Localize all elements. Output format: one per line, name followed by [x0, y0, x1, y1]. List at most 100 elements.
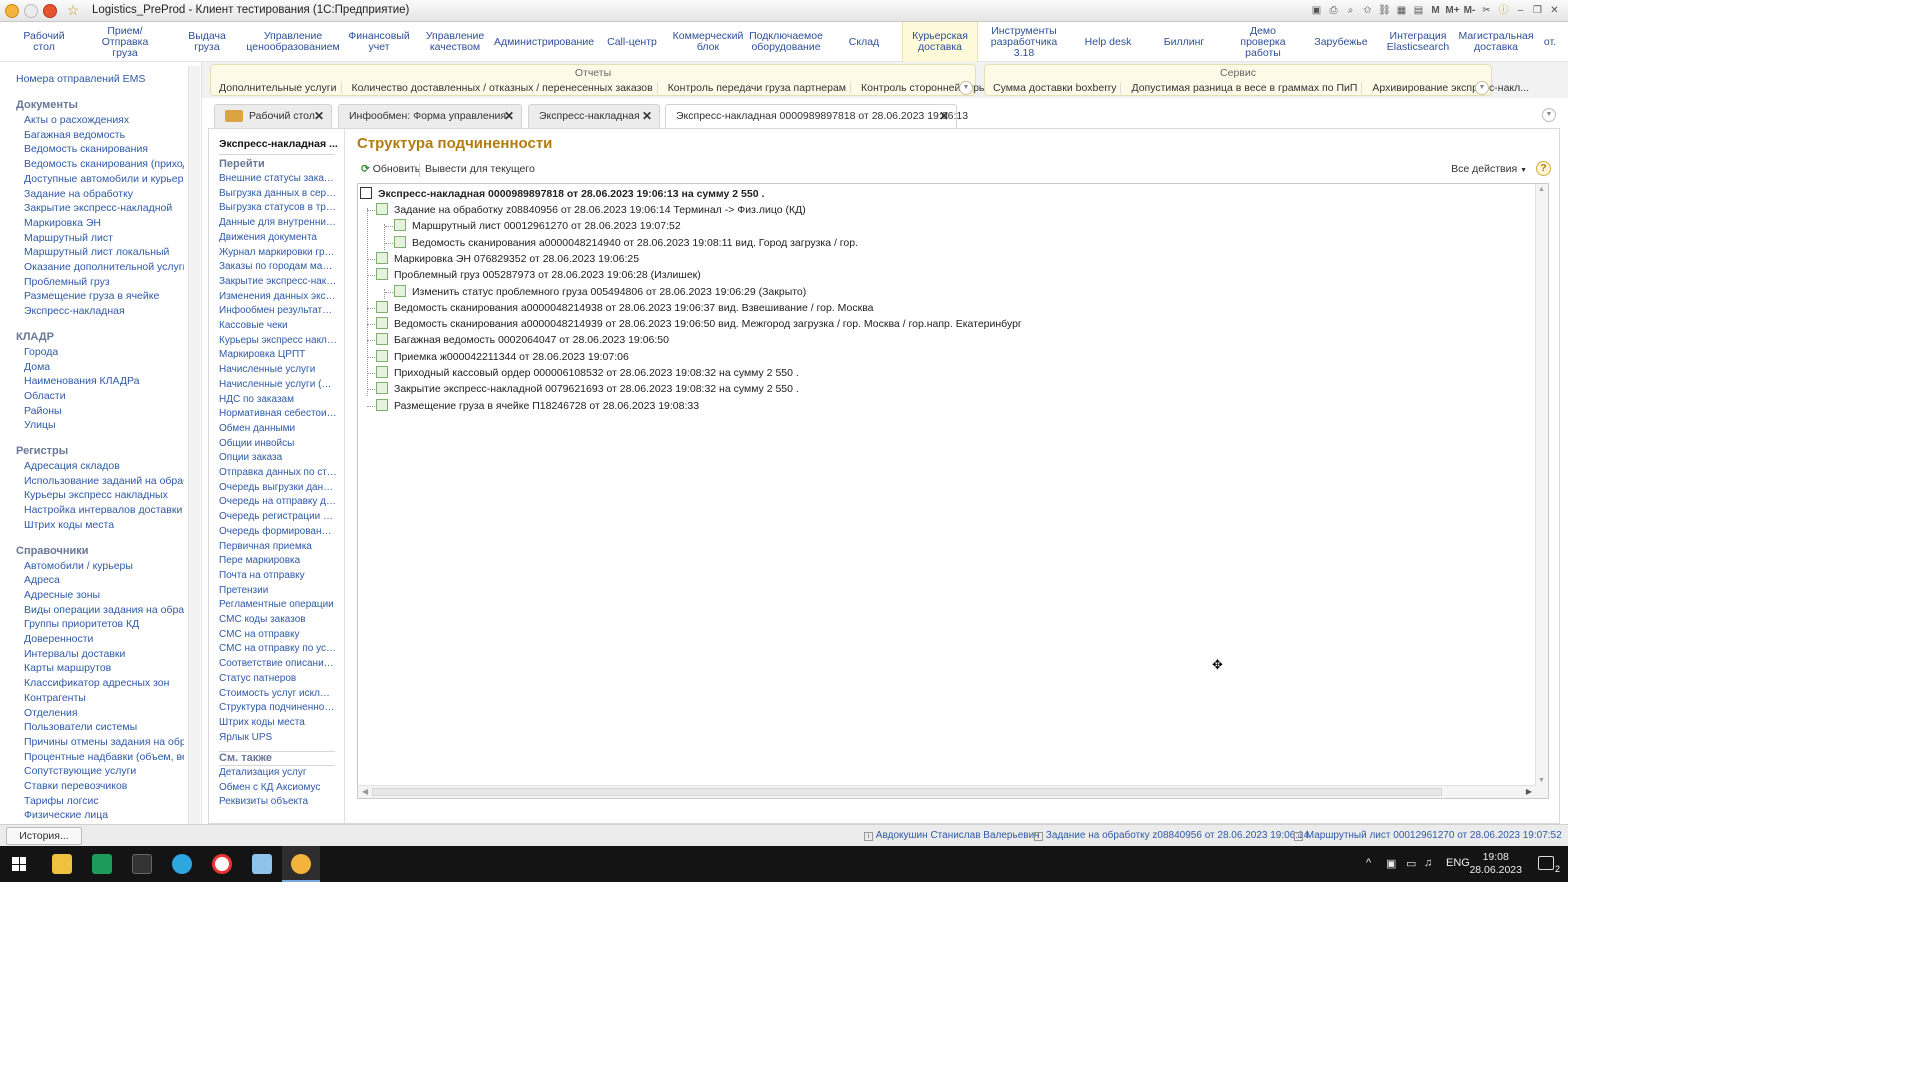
section-demo[interactable]: Демо проверка работы: [1226, 22, 1300, 62]
left-nav-item[interactable]: Настройка интервалов доставки (А...: [24, 504, 184, 516]
section-desktop[interactable]: Рабочий стол: [20, 22, 68, 62]
app-logo-icon[interactable]: [5, 4, 19, 18]
nav-goto-item[interactable]: Инфообмен результаты з...: [219, 305, 337, 316]
nav-goto-item[interactable]: Кассовые чеки: [219, 320, 337, 331]
star-icon[interactable]: ✩: [1360, 3, 1375, 18]
left-nav-item[interactable]: Маршрутный лист: [24, 232, 113, 244]
service-more-icon[interactable]: ▼: [1475, 81, 1489, 95]
scroll-thumb[interactable]: [372, 788, 1442, 796]
nav-goto-item[interactable]: Выгрузка данных в серви...: [219, 188, 337, 199]
main-menu-icon[interactable]: [24, 4, 38, 18]
nav-goto-item[interactable]: Движения документа: [219, 232, 337, 243]
section-quality[interactable]: Управление качеством: [425, 22, 485, 62]
last-doc-task[interactable]: i Задание на обработку z08840956 от 28.0…: [1034, 830, 1309, 841]
restore-icon[interactable]: ❐: [1530, 3, 1545, 18]
left-nav-item[interactable]: Причины отмены задания на обраб...: [24, 736, 184, 748]
nav-goto-item[interactable]: НДС по заказам: [219, 394, 337, 405]
left-nav-item[interactable]: Курьеры экспресс накладных: [24, 489, 168, 501]
section-commercial[interactable]: Коммерческий блок: [673, 22, 744, 62]
tree-node[interactable]: Ведомость сканирования а0000048214938 от…: [376, 300, 874, 315]
nav-goto-item[interactable]: Общии инвойсы: [219, 438, 337, 449]
nav-goto-item[interactable]: Соответствие описанию в...: [219, 658, 337, 669]
preview-icon[interactable]: ⌕: [1343, 3, 1358, 18]
left-nav-item[interactable]: Классификатор адресных зон: [24, 677, 169, 689]
section-elastic[interactable]: Интеграция Elasticsearch: [1387, 22, 1449, 62]
section-issue[interactable]: Выдача груза: [186, 22, 228, 62]
left-nav-item[interactable]: Карты маршрутов: [24, 662, 111, 674]
tree-horizontal-scrollbar[interactable]: ◀ ▶: [358, 785, 1536, 798]
print-icon[interactable]: ⎙: [1326, 3, 1341, 18]
link-icon[interactable]: ⛓: [1377, 3, 1392, 18]
left-panel-scrollbar[interactable]: [188, 66, 200, 824]
left-nav-item[interactable]: Сопутствующие услуги: [24, 765, 136, 777]
scissors-icon[interactable]: ✂: [1479, 3, 1494, 18]
left-nav-item[interactable]: Задание на обработку: [24, 188, 133, 200]
nav-goto-item[interactable]: Пере маркировка: [219, 555, 337, 566]
1c-enterprise-icon[interactable]: [291, 854, 311, 874]
section-callcenter[interactable]: Call-центр: [606, 22, 658, 62]
refresh-button[interactable]: ⟳ Обновить: [361, 163, 420, 175]
ems-numbers-link[interactable]: Номера отправлений EMS: [16, 73, 145, 85]
tab-infoexchange[interactable]: Инфообмен: Форма управления ✕: [338, 104, 522, 128]
save-icon[interactable]: ▣: [1309, 3, 1324, 18]
tree-node[interactable]: Багажная ведомость 0002064047 от 28.06.2…: [376, 333, 669, 347]
tree-vertical-scrollbar[interactable]: ▲ ▼: [1535, 184, 1548, 798]
nav-goto-item[interactable]: СМС на отправку по усло...: [219, 643, 337, 654]
left-nav-item[interactable]: Экспресс-накладная: [24, 305, 125, 317]
nav-goto-item[interactable]: Данные для внутренних в...: [219, 217, 337, 228]
memory-sub-button[interactable]: M-: [1462, 3, 1477, 18]
section-admin[interactable]: Администрирование: [494, 22, 594, 62]
left-nav-item[interactable]: Адресация складов: [24, 460, 120, 472]
tree-root-node[interactable]: Экспресс-накладная 0000989897818 от 28.0…: [360, 187, 764, 201]
nav-goto-item[interactable]: Отправка данных по стат...: [219, 467, 337, 478]
tree-node[interactable]: Маршрутный лист 00012961270 от 28.06.202…: [394, 219, 681, 233]
nav-goto-item[interactable]: Изменения данных экспр...: [219, 291, 337, 302]
nav-doc-title[interactable]: Экспресс-накладная ...: [219, 138, 338, 150]
close-tab-icon[interactable]: ✕: [314, 105, 324, 127]
left-nav-item[interactable]: Штрих коды места: [24, 519, 114, 531]
tree-node[interactable]: Проблемный груз 005287973 от 28.06.2023 …: [376, 268, 701, 282]
tab-desktop[interactable]: Рабочий стол ✕: [214, 104, 332, 128]
terminal-icon[interactable]: [132, 854, 152, 874]
left-nav-item[interactable]: Маршрутный лист локальный: [24, 246, 169, 258]
user-info[interactable]: i Авдокушин Станислав Валерьевич: [864, 830, 1039, 841]
nav-see-also-item[interactable]: Детализация услуг: [219, 767, 337, 778]
left-nav-item[interactable]: Дома: [24, 361, 50, 373]
tree-node[interactable]: Ведомость сканирования а0000048214940 от…: [394, 235, 858, 250]
service-archive[interactable]: Архивирование экспресс-накл...: [1368, 82, 1533, 94]
left-nav-item[interactable]: Интервалы доставки: [24, 648, 125, 660]
close-tab-icon[interactable]: ✕: [939, 105, 949, 127]
nav-goto-item[interactable]: Начисленные услуги: [219, 364, 337, 375]
info-icon[interactable]: ⓘ: [1496, 3, 1511, 18]
left-nav-item[interactable]: Маркировка ЭН: [24, 217, 101, 229]
minimize-icon[interactable]: –: [1513, 3, 1528, 18]
left-nav-item[interactable]: Пользователи системы: [24, 721, 137, 733]
left-nav-item[interactable]: Размещение груза в ячейке: [24, 290, 159, 302]
left-nav-item[interactable]: Улицы: [24, 419, 56, 431]
close-window-icon[interactable]: ✕: [1547, 3, 1562, 18]
history-menu-icon[interactable]: [43, 4, 57, 18]
tree-node[interactable]: Приходный кассовый ордер 000006108532 от…: [376, 366, 799, 380]
section-reception[interactable]: Прием/Отправка груза: [86, 22, 164, 62]
nav-see-also-item[interactable]: Реквизиты объекта: [219, 796, 337, 807]
service-boxberry-sum[interactable]: Сумма доставки boxberry: [989, 82, 1122, 94]
left-nav-item[interactable]: Автомобили / курьеры: [24, 560, 133, 572]
nav-goto-item[interactable]: Журнал маркировки груза: [219, 247, 337, 258]
nav-goto-item[interactable]: Опции заказа: [219, 452, 337, 463]
left-nav-item[interactable]: Закрытие экспресс-накладной: [24, 202, 172, 214]
section-helpdesk[interactable]: Help desk: [1082, 22, 1134, 62]
nav-goto-item[interactable]: Статус патнеров: [219, 673, 337, 684]
nav-goto-item[interactable]: Структура подчиненности: [219, 702, 337, 713]
nav-goto-item[interactable]: Штрих коды места: [219, 717, 337, 728]
nav-goto-item[interactable]: СМС на отправку: [219, 629, 337, 640]
reports-more-icon[interactable]: ▼: [959, 81, 973, 95]
tree-node[interactable]: Приемка ж000042211344 от 28.06.2023 19:0…: [376, 349, 629, 364]
section-courier[interactable]: Курьерская доставка: [902, 22, 978, 62]
section-equipment[interactable]: Подключаемое оборудование: [749, 22, 823, 62]
close-tab-icon[interactable]: ✕: [504, 105, 514, 127]
nav-goto-item[interactable]: Претензии: [219, 585, 337, 596]
nav-goto-item[interactable]: Очередь формирования р...: [219, 526, 337, 537]
left-nav-item[interactable]: Области: [24, 390, 66, 402]
left-nav-item[interactable]: Проблемный груз: [24, 276, 110, 288]
nav-goto-item[interactable]: СМС коды заказов: [219, 614, 337, 625]
